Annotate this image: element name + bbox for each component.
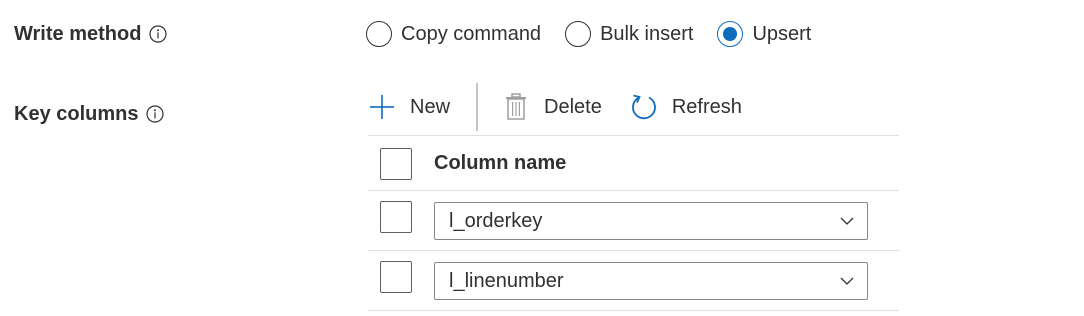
info-icon[interactable] (149, 25, 168, 43)
column-name-dropdown[interactable]: l_linenumber (434, 262, 868, 300)
chevron-down-icon (840, 277, 854, 285)
row-checkbox[interactable] (380, 261, 412, 293)
row-checkbox[interactable] (380, 201, 412, 233)
table-row: l_linenumber (368, 250, 899, 311)
write-method-label-group: Write method (14, 20, 168, 48)
key-columns-toolbar: New Delete Refresh (368, 82, 742, 132)
radio-circle[interactable] (366, 21, 392, 47)
radio-circle-selected[interactable] (717, 21, 744, 47)
new-button[interactable]: New (368, 87, 450, 127)
key-columns-label-group: Key columns (14, 100, 165, 128)
delete-button-label: Delete (544, 95, 602, 118)
delete-button[interactable]: Delete (502, 87, 602, 127)
new-button-label: New (410, 95, 451, 118)
column-name-dropdown[interactable]: l_orderkey (434, 202, 868, 240)
radio-upsert[interactable]: Upsert (717, 21, 811, 47)
column-name-header: Column name (434, 151, 567, 174)
trash-icon (502, 93, 530, 121)
plus-icon (368, 93, 396, 121)
toolbar-divider (476, 83, 479, 131)
radio-copy-command[interactable]: Copy command (366, 21, 541, 47)
select-all-checkbox[interactable] (380, 148, 412, 180)
refresh-button[interactable]: Refresh (630, 87, 742, 127)
refresh-icon (630, 93, 658, 121)
radio-bulk-insert[interactable]: Bulk insert (565, 21, 693, 47)
grid-header-row: Column name (368, 135, 899, 190)
radio-label: Copy command (401, 22, 542, 45)
radio-circle[interactable] (565, 21, 592, 47)
write-method-radio-group: Copy command Bulk insert Upsert (366, 18, 835, 50)
info-icon[interactable] (146, 105, 165, 123)
key-columns-label: Key columns (14, 102, 139, 125)
key-columns-grid: Column name l_orderkey l_linenumber (368, 135, 899, 311)
dropdown-value: l_orderkey (449, 209, 543, 232)
radio-label: Upsert (752, 22, 812, 45)
dropdown-value: l_linenumber (449, 269, 564, 292)
radio-selected-dot (723, 27, 738, 41)
refresh-button-label: Refresh (671, 95, 742, 118)
table-row: l_orderkey (368, 190, 899, 250)
chevron-down-icon (840, 217, 854, 225)
radio-label: Bulk insert (600, 22, 694, 45)
write-method-label: Write method (14, 22, 142, 45)
